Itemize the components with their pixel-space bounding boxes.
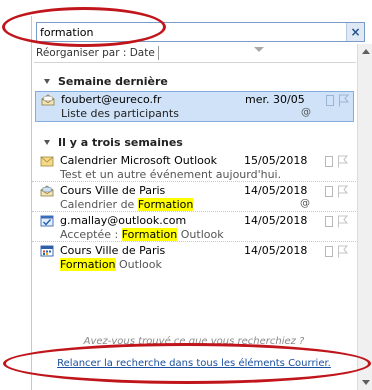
attachment-icon: @ [300, 198, 310, 209]
flag-icon[interactable] [337, 245, 348, 258]
sort-arrow-icon[interactable] [254, 47, 264, 52]
message-item[interactable]: g.mallay@outlook.com 14/05/2018 Acceptée… [32, 212, 356, 242]
subject-prefix: Calendrier de [60, 198, 138, 211]
message-item[interactable]: foubert@eureco.fr mer. 30/05 Liste des p… [35, 91, 354, 122]
message-subject: Liste des participants [61, 107, 179, 120]
group-label: Il y a trois semaines [58, 135, 183, 149]
collapse-arrow-icon[interactable] [44, 78, 50, 84]
envelope-open-icon [40, 185, 54, 197]
message-list: Semaine dernière foubert@eureco.fr mer. … [32, 62, 356, 272]
category-icon[interactable] [325, 156, 333, 167]
message-date: 14/05/2018 [244, 184, 308, 197]
category-icon[interactable] [326, 95, 334, 106]
group-header-last-week[interactable]: Semaine dernière [32, 71, 356, 91]
calendar-invite-icon [40, 245, 54, 257]
category-icon[interactable] [325, 246, 333, 257]
group-label: Semaine dernière [58, 74, 168, 88]
group-header-three-weeks[interactable]: Il y a trois semaines [32, 132, 356, 152]
clear-search-button[interactable]: × [346, 23, 364, 41]
arrange-by-label: Réorganiser par : Date [36, 47, 155, 59]
annotation-ellipse-link [3, 343, 371, 384]
search-highlight: Formation [121, 228, 178, 241]
search-results-pane: × Réorganiser par : Date Semaine dernièr… [31, 16, 372, 390]
message-sender: Cours Ville de Paris [60, 184, 166, 197]
envelope-open-icon [41, 94, 55, 106]
message-sender: g.mallay@outlook.com [60, 214, 187, 227]
annotation-ellipse-search [2, 7, 166, 47]
flag-icon[interactable] [337, 185, 348, 198]
message-item[interactable]: Cours Ville de Paris 14/05/2018 Calendri… [32, 182, 356, 212]
list-divider [34, 62, 356, 63]
message-item[interactable]: Cours Ville de Paris 14/05/2018 Formatio… [32, 242, 356, 272]
subject-suffix: Outlook [115, 258, 162, 271]
subject-suffix: Outlook [177, 228, 224, 241]
subject-prefix: Acceptée : [60, 228, 122, 241]
message-sender: foubert@eureco.fr [61, 93, 162, 106]
message-subject: Calendrier de Formation [60, 198, 194, 211]
scroll-down-button[interactable] [358, 375, 372, 390]
message-subject: Test et un autre événement aujourd'hui. [60, 168, 282, 181]
attachment-icon: @ [301, 107, 311, 118]
arrange-separator [157, 46, 159, 60]
message-item[interactable]: Calendrier Microsoft Outlook 15/05/2018 … [32, 152, 356, 182]
meeting-accepted-icon [40, 215, 54, 227]
message-subject: Formation Outlook [60, 258, 162, 271]
scroll-up-button[interactable] [358, 44, 372, 59]
collapse-arrow-icon[interactable] [44, 139, 50, 145]
search-highlight: Formation [60, 258, 116, 271]
category-icon[interactable] [325, 216, 333, 227]
search-highlight: Formation [137, 198, 194, 211]
message-date: 14/05/2018 [244, 244, 308, 257]
category-icon[interactable] [325, 186, 333, 197]
chevron-up-icon [361, 49, 370, 54]
chevron-down-icon [361, 380, 370, 385]
message-date: 14/05/2018 [244, 214, 308, 227]
envelope-icon [40, 156, 54, 167]
message-subject: Acceptée : Formation Outlook [60, 228, 224, 241]
vertical-scrollbar[interactable] [357, 44, 372, 390]
flag-icon[interactable] [337, 155, 348, 168]
flag-icon[interactable] [338, 94, 349, 107]
message-sender: Cours Ville de Paris [60, 244, 166, 257]
message-date: mer. 30/05 [245, 93, 305, 106]
flag-icon[interactable] [337, 215, 348, 228]
message-sender: Calendrier Microsoft Outlook [60, 154, 217, 167]
message-date: 15/05/2018 [244, 154, 308, 167]
